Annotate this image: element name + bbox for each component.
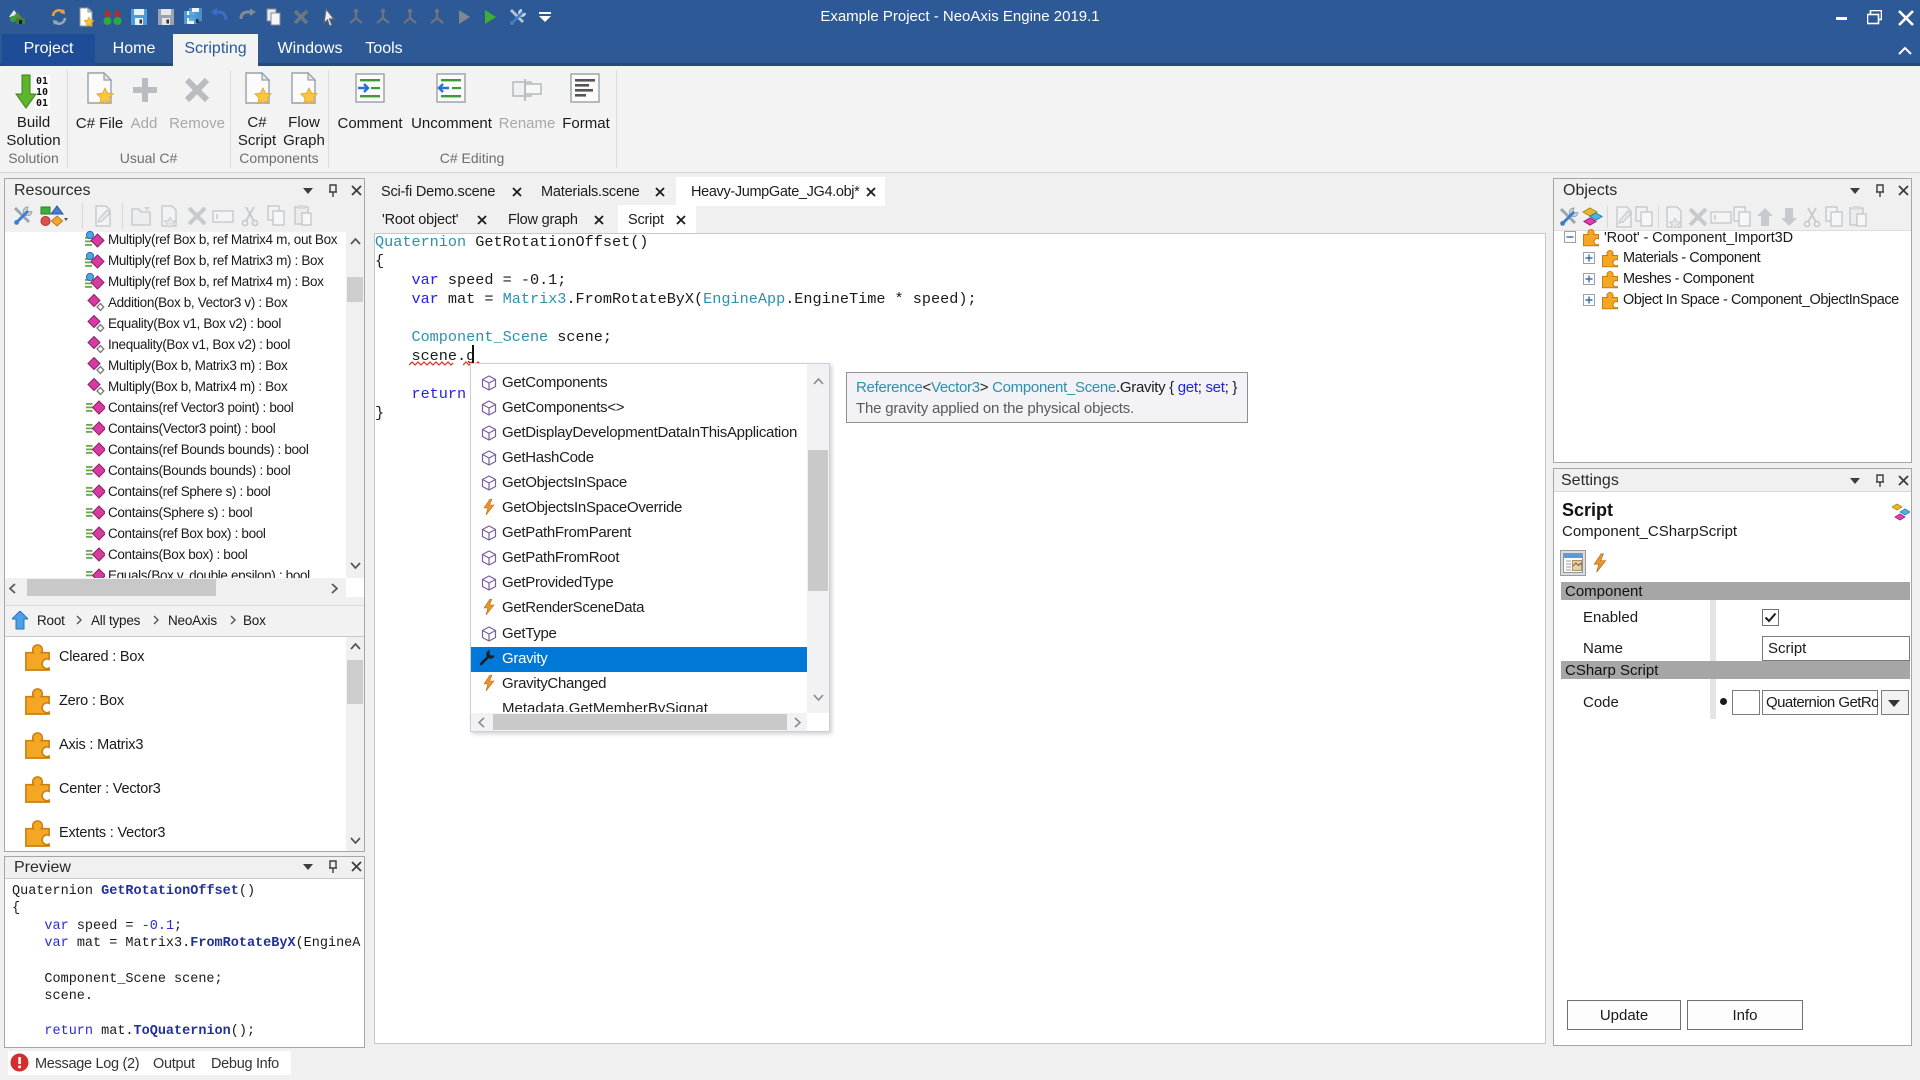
- svg-text:01: 01: [36, 76, 48, 87]
- svg-text:10: 10: [36, 87, 48, 98]
- svg-text:01: 01: [36, 98, 48, 109]
